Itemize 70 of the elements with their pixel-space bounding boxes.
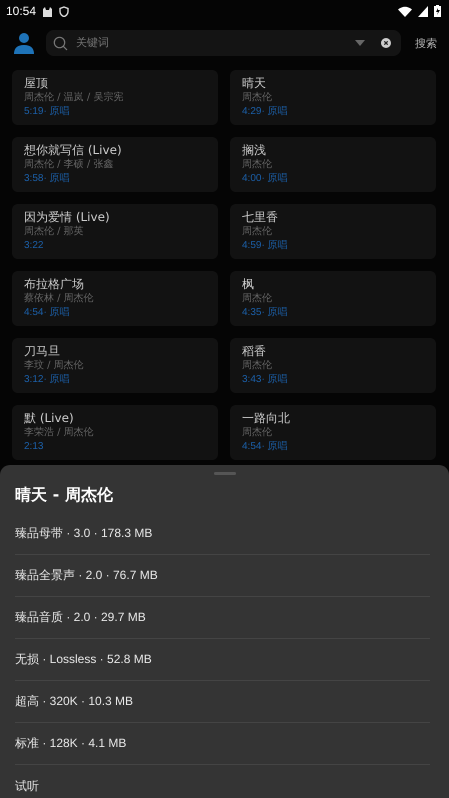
song-artists: 周杰伦 / 李硕 / 张鑫: [24, 158, 114, 172]
song-duration: 4:59· 原唱: [242, 239, 288, 253]
song-title: 枫: [242, 277, 254, 292]
song-artists: 李荣浩 / 周杰伦: [24, 426, 94, 440]
drag-handle[interactable]: [214, 472, 236, 475]
quality-option[interactable]: 臻品音质 · 2.0 · 29.7 MB: [15, 609, 146, 626]
battery-icon: [434, 5, 441, 17]
status-time: 10:54: [6, 4, 36, 18]
song-card[interactable]: 稻香 周杰伦 3:43· 原唱: [230, 338, 436, 393]
song-title: 想你就写信 (Live): [24, 143, 122, 158]
song-title: 搁浅: [242, 143, 266, 158]
song-title: 布拉格广场: [24, 277, 84, 292]
song-duration: 4:00· 原唱: [242, 172, 288, 186]
song-title: 屋顶: [24, 76, 48, 91]
song-title: 稻香: [242, 344, 266, 359]
song-artists: 周杰伦: [242, 426, 272, 440]
quality-option[interactable]: 无损 · Lossless · 52.8 MB: [15, 651, 152, 668]
cat-icon: [42, 6, 54, 16]
song-duration: 3:22: [24, 239, 44, 253]
shield-icon: [59, 6, 70, 16]
quality-option[interactable]: 超高 · 320K · 10.3 MB: [15, 693, 134, 710]
quality-option[interactable]: 臻品全景声 · 2.0 · 76.7 MB: [15, 567, 158, 584]
song-title: 刀马旦: [24, 344, 60, 359]
song-title: 因为爱情 (Live): [24, 210, 110, 225]
dropdown-icon[interactable]: [355, 40, 365, 46]
song-card[interactable]: 刀马旦 李玟 / 周杰伦 3:12· 原唱: [12, 338, 218, 393]
song-duration: 4:29· 原唱: [242, 105, 288, 119]
song-artists: 周杰伦: [242, 225, 272, 239]
song-card[interactable]: 因为爱情 (Live) 周杰伦 / 那英 3:22: [12, 204, 218, 259]
song-artists: 周杰伦: [242, 91, 272, 105]
song-card[interactable]: 默 (Live) 李荣浩 / 周杰伦 2:13: [12, 405, 218, 460]
song-artists: 周杰伦: [242, 158, 272, 172]
song-artists: 蔡依林 / 周杰伦: [24, 292, 94, 306]
song-card[interactable]: 枫 周杰伦 4:35· 原唱: [230, 271, 436, 326]
search-input[interactable]: 关键词: [76, 37, 347, 49]
song-artists: 周杰伦: [242, 359, 272, 373]
search-button[interactable]: 搜索: [413, 36, 439, 50]
song-duration: 4:54· 原唱: [24, 306, 70, 320]
song-artists: 周杰伦 / 那英: [24, 225, 84, 239]
song-title: 默 (Live): [24, 411, 74, 426]
song-duration: 3:58· 原唱: [24, 172, 70, 186]
quality-option[interactable]: 试听: [15, 778, 39, 794]
song-card[interactable]: 搁浅 周杰伦 4:00· 原唱: [230, 137, 436, 192]
quality-option[interactable]: 臻品母带 · 3.0 · 178.3 MB: [15, 525, 152, 542]
song-title: 一路向北: [242, 411, 290, 426]
song-card[interactable]: 七里香 周杰伦 4:59· 原唱: [230, 204, 436, 259]
search-icon: [53, 36, 68, 50]
song-card[interactable]: 布拉格广场 蔡依林 / 周杰伦 4:54· 原唱: [12, 271, 218, 326]
song-duration: 4:35· 原唱: [242, 306, 288, 320]
song-card[interactable]: 想你就写信 (Live) 周杰伦 / 李硕 / 张鑫 3:58· 原唱: [12, 137, 218, 192]
signal-icon: [418, 6, 428, 16]
song-artists: 李玟 / 周杰伦: [24, 359, 84, 373]
wifi-icon: [398, 6, 412, 16]
song-card[interactable]: 屋顶 周杰伦 / 温岚 / 吴宗宪 5:19· 原唱: [12, 70, 218, 125]
sheet-title: 晴天 - 周杰伦: [15, 484, 114, 506]
song-title: 七里香: [242, 210, 278, 225]
clear-icon[interactable]: [381, 38, 391, 48]
search-bar[interactable]: 关键词: [46, 30, 401, 56]
song-duration: 3:12· 原唱: [24, 373, 70, 387]
song-artists: 周杰伦: [242, 292, 272, 306]
song-duration: 2:13: [24, 440, 44, 454]
quality-option[interactable]: 标准 · 128K · 4.1 MB: [15, 735, 126, 752]
song-title: 晴天: [242, 76, 266, 91]
user-icon[interactable]: [14, 32, 34, 54]
song-duration: 5:19· 原唱: [24, 105, 70, 119]
song-card[interactable]: 晴天 周杰伦 4:29· 原唱: [230, 70, 436, 125]
song-card[interactable]: 一路向北 周杰伦 4:54· 原唱: [230, 405, 436, 460]
song-duration: 3:43· 原唱: [242, 373, 288, 387]
song-duration: 4:54· 原唱: [242, 440, 288, 454]
song-artists: 周杰伦 / 温岚 / 吴宗宪: [24, 91, 124, 105]
